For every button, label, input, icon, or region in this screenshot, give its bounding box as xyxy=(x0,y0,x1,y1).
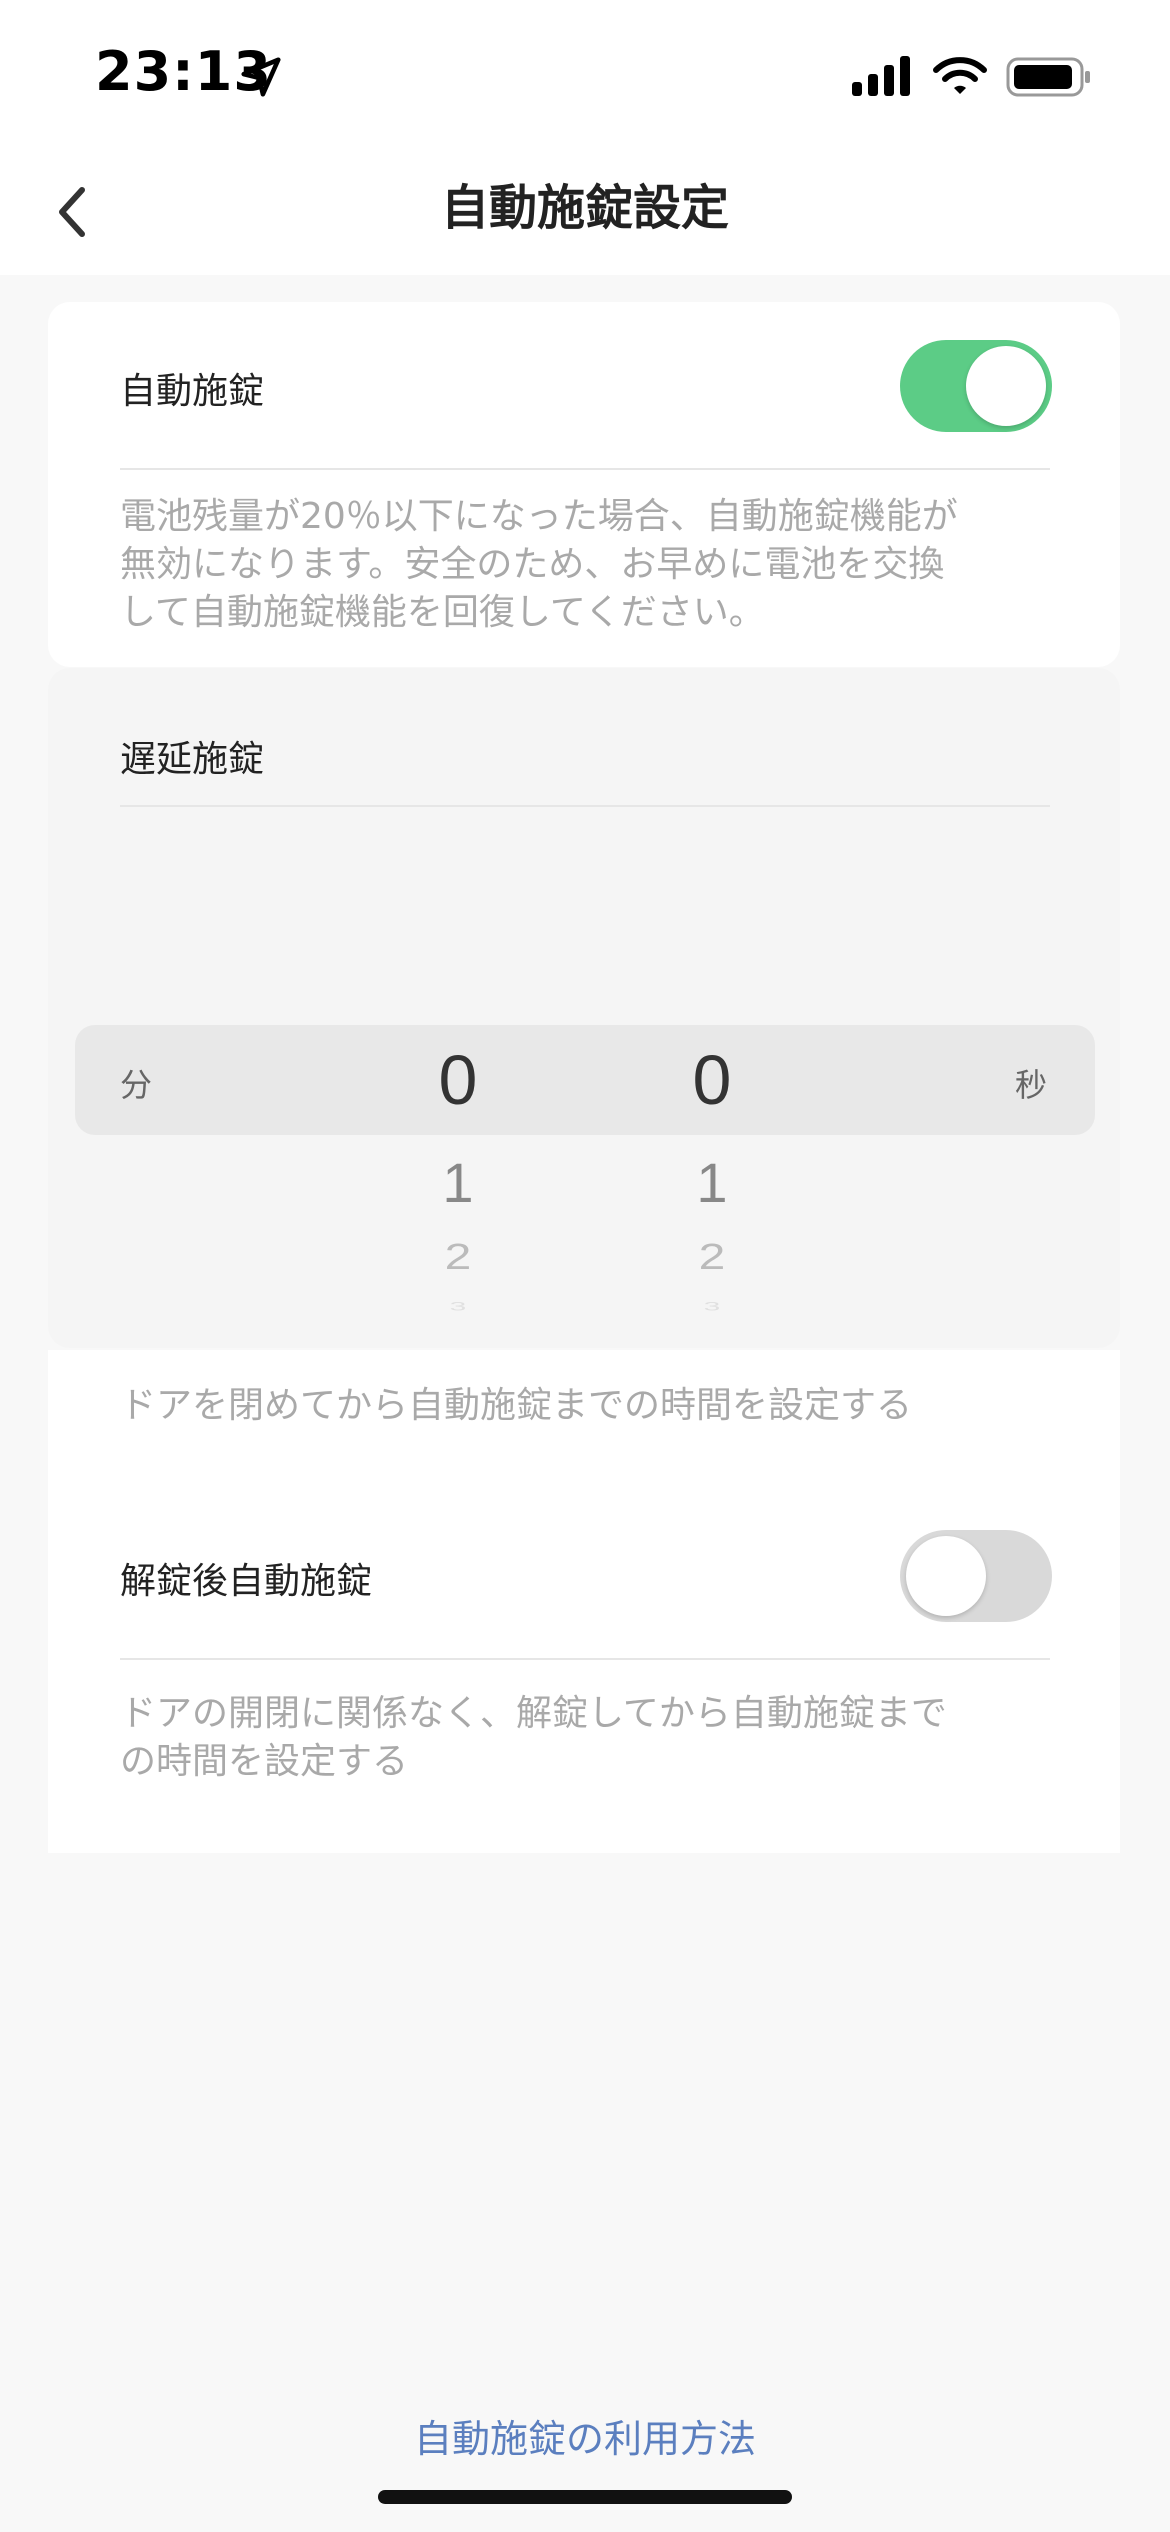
unlock-auto-lock-label: 解錠後自動施錠 xyxy=(120,1561,373,1602)
auto-lock-toggle[interactable] xyxy=(900,340,1052,432)
second-picker-selected[interactable]: 0 xyxy=(662,1040,762,1120)
second-picker-option[interactable]: 3 xyxy=(662,1300,762,1314)
second-picker-option[interactable]: 2 xyxy=(662,1237,762,1278)
auto-lock-note-line: して自動施錠機能を回復してください。 xyxy=(120,592,765,633)
auto-lock-label: 自動施錠 xyxy=(120,371,265,412)
wifi-icon xyxy=(933,57,987,94)
unlock-auto-lock-note-line: ドアの開閉に関係なく、解錠してから自動施錠まで xyxy=(120,1693,947,1734)
picker-selection-band xyxy=(75,1025,1095,1135)
battery-icon xyxy=(1006,57,1090,97)
navigation-bar: 自動施錠設定 xyxy=(0,150,1170,275)
picker-minute-unit: 分 xyxy=(120,1066,153,1104)
minute-picker-option[interactable]: 2 xyxy=(408,1237,508,1278)
auto-lock-note-line: 無効になります。安全のため、お早めに電池を交換 xyxy=(120,544,945,585)
auto-lock-help-link[interactable]: 自動施錠の利用方法 xyxy=(0,2408,1170,2463)
minute-picker-option[interactable]: 3 xyxy=(408,1300,508,1314)
divider xyxy=(120,1658,1050,1660)
location-arrow-icon xyxy=(241,57,281,97)
status-bar: 23:13 xyxy=(0,0,1170,150)
auto-lock-note-line: 電池残量が20％以下になった場合、自動施錠機能が xyxy=(120,496,958,537)
unlock-auto-lock-note: ドアの開閉に関係なく、解錠してから自動施錠まで の時間を設定する xyxy=(120,1690,947,1786)
second-picker-option[interactable]: 1 xyxy=(662,1150,762,1215)
auto-lock-settings-screen: 23:13 自動施錠設定 自動施錠 電池残量が20％以下になった場合、自動施錠機… xyxy=(0,0,1170,2532)
picker-second-unit: 秒 xyxy=(1015,1066,1048,1104)
minute-picker-option[interactable]: 1 xyxy=(408,1150,508,1215)
delay-lock-note: ドアを閉めてから自動施錠までの時間を設定する xyxy=(120,1385,913,1426)
cellular-signal-icon xyxy=(852,56,910,96)
auto-lock-note: 電池残量が20％以下になった場合、自動施錠機能が 無効になります。安全のため、お… xyxy=(120,493,958,637)
unlock-auto-lock-note-line: の時間を設定する xyxy=(120,1741,409,1782)
delay-lock-label: 遅延施錠 xyxy=(120,739,265,780)
toggle-knob xyxy=(966,346,1046,426)
minute-picker-selected[interactable]: 0 xyxy=(408,1040,508,1120)
page-title: 自動施錠設定 xyxy=(440,180,729,236)
divider xyxy=(120,805,1050,807)
unlock-auto-lock-toggle[interactable] xyxy=(900,1530,1052,1622)
toggle-knob xyxy=(906,1536,986,1616)
divider xyxy=(120,468,1050,470)
home-indicator xyxy=(378,2490,792,2504)
